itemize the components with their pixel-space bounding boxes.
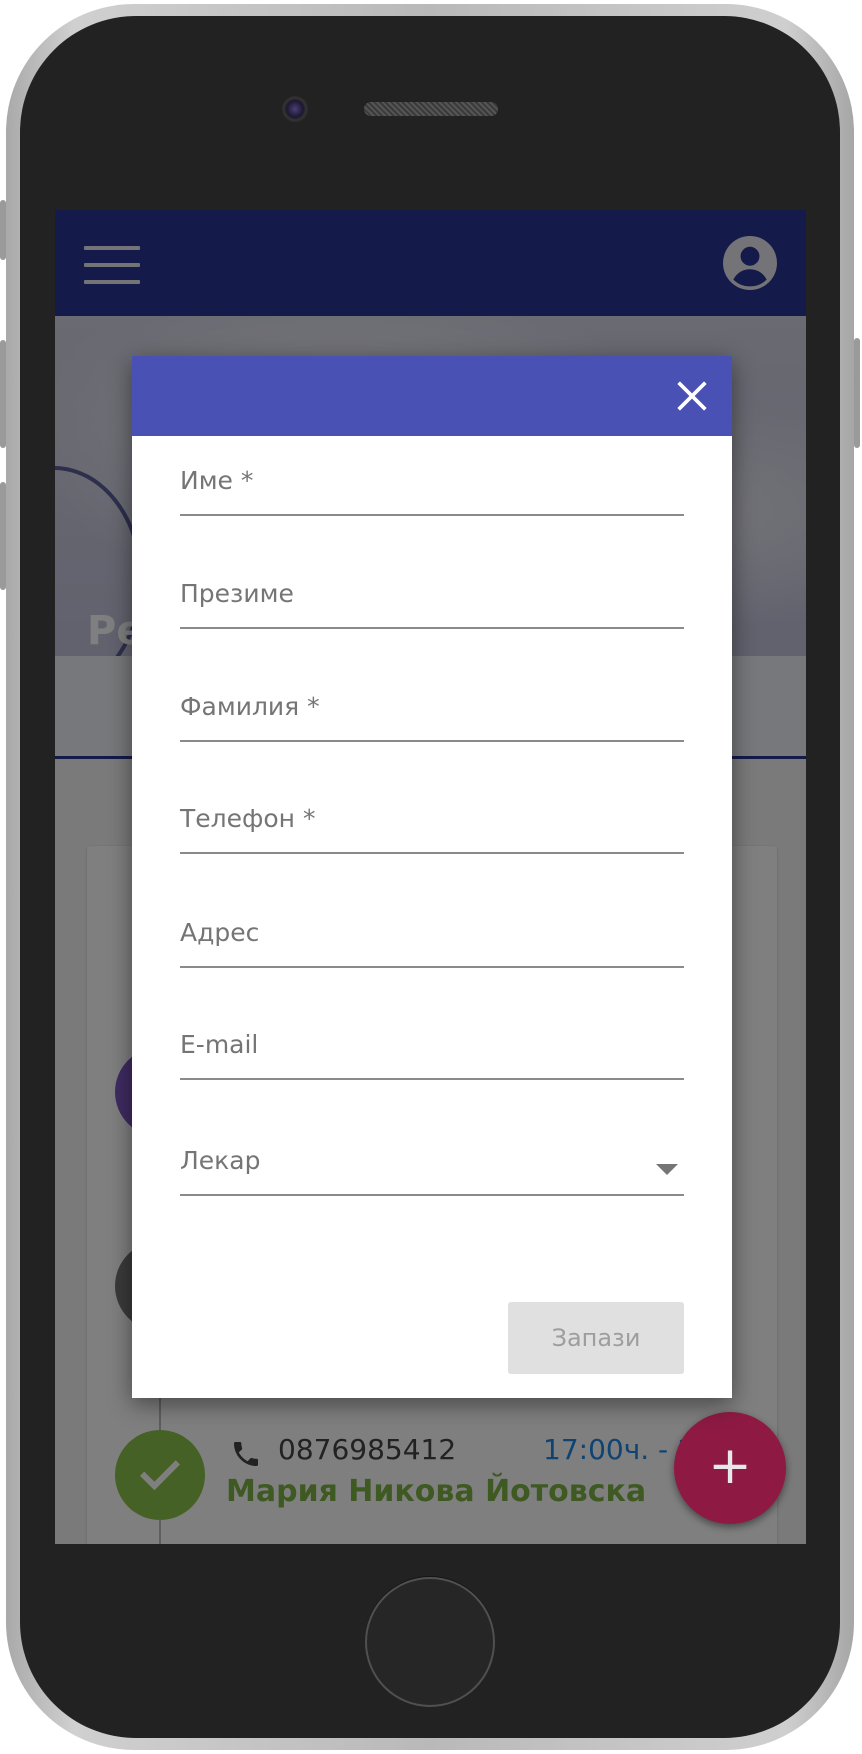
field-label: Лекар	[180, 1146, 261, 1175]
close-icon[interactable]	[672, 376, 712, 416]
front-camera	[282, 96, 308, 122]
field-label: Фамилия *	[180, 692, 320, 721]
address-field[interactable]: Адрес	[180, 918, 684, 968]
field-label: Телефон *	[180, 804, 316, 833]
middle-name-field[interactable]: Презиме	[180, 579, 684, 629]
add-appointment-button[interactable]: +	[674, 1412, 786, 1524]
field-label: Име *	[180, 466, 254, 495]
field-label: E-mail	[180, 1030, 259, 1059]
arrow-drop-down-icon[interactable]	[656, 1164, 678, 1175]
field-label: Презиме	[180, 579, 294, 608]
save-button[interactable]: Запази	[508, 1302, 684, 1374]
app-screen: Ре ч. ч. 0876985412 17:00ч. - 1! Мария Н…	[55, 210, 806, 1544]
phone-side-button-volume-down	[0, 482, 6, 590]
last-name-field[interactable]: Фамилия *	[180, 692, 684, 742]
field-label: Адрес	[180, 918, 260, 947]
home-button[interactable]	[365, 1577, 495, 1707]
phone-side-button-mute	[0, 200, 6, 260]
first-name-field[interactable]: Име *	[180, 466, 684, 516]
doctor-select[interactable]: Лекар	[180, 1146, 684, 1196]
earpiece-speaker	[364, 102, 498, 116]
email-field[interactable]: E-mail	[180, 1030, 684, 1080]
dialog-header	[132, 356, 732, 436]
phone-side-button-volume-up	[0, 340, 6, 448]
plus-icon: +	[708, 1436, 752, 1496]
phone-side-button-power	[854, 338, 860, 448]
new-patient-dialog: Име * Презиме Фамилия * Телефон * Адрес …	[132, 356, 732, 1398]
phone-field[interactable]: Телефон *	[180, 804, 684, 854]
